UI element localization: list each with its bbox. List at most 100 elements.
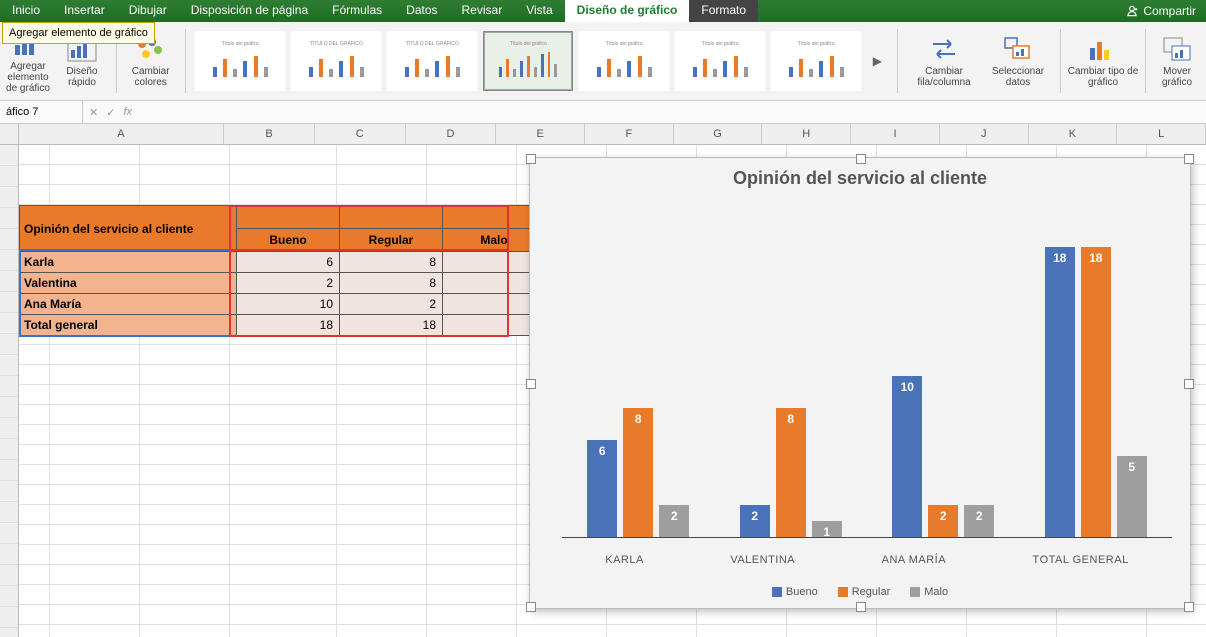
share-button[interactable]: Compartir bbox=[1115, 0, 1206, 22]
confirm-icon[interactable]: ✓ bbox=[106, 106, 115, 119]
btn-label: Diseño rápido bbox=[58, 66, 106, 88]
name-box[interactable]: áfico 7 bbox=[0, 101, 83, 123]
bar[interactable]: 2 bbox=[964, 505, 994, 537]
select-all-corner[interactable] bbox=[0, 124, 19, 144]
col-head-G[interactable]: G bbox=[674, 124, 763, 144]
bar-value-label: 18 bbox=[1053, 251, 1066, 265]
switch-row-column-button[interactable]: Cambiar fila/columna bbox=[908, 25, 980, 97]
bar-group: 2 8 1 bbox=[715, 408, 868, 537]
bar-value-label: 8 bbox=[635, 412, 642, 426]
tab-datos[interactable]: Datos bbox=[394, 0, 449, 22]
bar-value-label: 2 bbox=[976, 509, 983, 523]
bar-value-label: 6 bbox=[599, 444, 606, 458]
bar[interactable]: 8 bbox=[776, 408, 806, 537]
col-head-K[interactable]: K bbox=[1029, 124, 1118, 144]
col-head-J[interactable]: J bbox=[940, 124, 1029, 144]
bar-group: 6 8 2 bbox=[562, 408, 715, 537]
bar[interactable]: 10 bbox=[892, 376, 922, 537]
bar[interactable]: 2 bbox=[928, 505, 958, 537]
chart-style-1[interactable]: Título del gráfico bbox=[195, 31, 285, 91]
table-row: Ana María 10 2 2 bbox=[20, 294, 546, 315]
chart-legend[interactable]: Bueno Regular Malo bbox=[530, 586, 1190, 598]
col-head-E[interactable]: E bbox=[496, 124, 585, 144]
tab-revisar[interactable]: Revisar bbox=[450, 0, 515, 22]
bar-value-label: 2 bbox=[671, 509, 678, 523]
data-table: Opinión del servicio al cliente Bueno Re… bbox=[19, 205, 546, 336]
col-head-D[interactable]: D bbox=[406, 124, 497, 144]
chart-type-icon bbox=[1086, 34, 1120, 64]
x-label: ANA MARÍA bbox=[882, 554, 946, 566]
chart-style-7[interactable]: Título del gráfico bbox=[771, 31, 861, 91]
col-head-I[interactable]: I bbox=[851, 124, 940, 144]
table-row: Valentina 2 8 1 bbox=[20, 273, 546, 294]
bar-group: 18 18 5 bbox=[1020, 247, 1173, 537]
spreadsheet-area: A B C D E F G H I J K L Opinión del serv… bbox=[0, 124, 1206, 637]
bar[interactable]: 5 bbox=[1117, 456, 1147, 537]
select-data-icon bbox=[1001, 34, 1035, 64]
chart-style-2[interactable]: TÍTULO DEL GRÁFICO bbox=[291, 31, 381, 91]
share-person-icon bbox=[1125, 4, 1139, 18]
legend-malo: Malo bbox=[924, 586, 948, 598]
bar-value-label: 2 bbox=[940, 509, 947, 523]
hdr-regular[interactable]: Regular bbox=[340, 229, 443, 252]
gallery-next-button[interactable]: ▶ bbox=[867, 32, 887, 90]
btn-label: Seleccionar datos bbox=[982, 66, 1054, 88]
table-row: Total general 18 18 5 bbox=[20, 315, 546, 336]
col-head-C[interactable]: C bbox=[315, 124, 406, 144]
bar-value-label: 1 bbox=[823, 525, 830, 539]
chart-style-3[interactable]: TÍTULO DEL GRÁFICO bbox=[387, 31, 477, 91]
bar[interactable]: 18 bbox=[1081, 247, 1111, 537]
bar[interactable]: 1 bbox=[812, 521, 842, 537]
tab-formulas[interactable]: Fórmulas bbox=[320, 0, 394, 22]
tab-diseno-grafico[interactable]: Diseño de gráfico bbox=[565, 0, 690, 22]
plot-area[interactable]: 6 8 2 2 8 1 10 2 2 18 18 5 bbox=[562, 208, 1172, 538]
move-chart-button[interactable]: Mover gráfico bbox=[1152, 25, 1202, 97]
column-headers: A B C D E F G H I J K L bbox=[0, 124, 1206, 145]
chart-object[interactable]: Opinión del servicio al cliente 6 8 2 2 8 1 10… bbox=[529, 157, 1191, 609]
move-chart-icon bbox=[1160, 34, 1194, 64]
ribbon-toolbar: + Agregar elemento de gráfico Diseño ráp… bbox=[0, 22, 1206, 101]
legend-bueno: Bueno bbox=[786, 586, 818, 598]
tab-insertar[interactable]: Insertar bbox=[52, 0, 117, 22]
col-head-H[interactable]: H bbox=[762, 124, 851, 144]
col-head-L[interactable]: L bbox=[1117, 124, 1206, 144]
bar[interactable]: 6 bbox=[587, 440, 617, 537]
share-label: Compartir bbox=[1143, 4, 1196, 18]
col-head-A[interactable]: A bbox=[19, 124, 225, 144]
cancel-icon[interactable]: ✕ bbox=[89, 106, 98, 119]
bar[interactable]: 18 bbox=[1045, 247, 1075, 537]
cells-area[interactable]: Opinión del servicio al cliente Bueno Re… bbox=[19, 145, 1206, 637]
legend-regular: Regular bbox=[852, 586, 891, 598]
bar[interactable]: 2 bbox=[740, 505, 770, 537]
btn-label: Cambiar fila/columna bbox=[908, 66, 980, 88]
bar-group: 10 2 2 bbox=[867, 376, 1020, 537]
row-headers[interactable] bbox=[0, 145, 19, 637]
bar-value-label: 8 bbox=[787, 412, 794, 426]
btn-label: Mover gráfico bbox=[1152, 66, 1202, 88]
select-data-button[interactable]: Seleccionar datos bbox=[982, 25, 1054, 97]
change-chart-type-button[interactable]: Cambiar tipo de gráfico bbox=[1067, 25, 1139, 97]
chart-style-6[interactable]: Título del gráfico bbox=[675, 31, 765, 91]
bar[interactable]: 8 bbox=[623, 408, 653, 537]
chart-style-5[interactable]: Título del gráfico bbox=[579, 31, 669, 91]
bar[interactable]: 2 bbox=[659, 505, 689, 537]
col-head-B[interactable]: B bbox=[224, 124, 315, 144]
tab-formato[interactable]: Formato bbox=[689, 0, 758, 22]
chart-title[interactable]: Opinión del servicio al cliente bbox=[530, 168, 1190, 189]
x-axis-labels: KARLA VALENTINA ANA MARÍA TOTAL GENERAL bbox=[562, 554, 1172, 566]
table-title-cell[interactable]: Opinión del servicio al cliente bbox=[20, 206, 237, 252]
tab-disposicion[interactable]: Disposición de página bbox=[179, 0, 320, 22]
tab-dibujar[interactable]: Dibujar bbox=[117, 0, 179, 22]
x-label: TOTAL GENERAL bbox=[1033, 554, 1129, 566]
tab-vista[interactable]: Vista bbox=[514, 0, 564, 22]
fx-icon[interactable]: fx bbox=[123, 106, 132, 118]
tab-inicio[interactable]: Inicio bbox=[0, 0, 52, 22]
tooltip: Agregar elemento de gráfico bbox=[2, 22, 155, 44]
bar-value-label: 5 bbox=[1128, 460, 1135, 474]
chart-style-4[interactable]: Título del gráfico bbox=[483, 31, 573, 91]
btn-label: Cambiar tipo de gráfico bbox=[1067, 66, 1139, 88]
x-label: KARLA bbox=[605, 554, 644, 566]
col-head-F[interactable]: F bbox=[585, 124, 674, 144]
hdr-bueno[interactable]: Bueno bbox=[237, 229, 340, 252]
x-label: VALENTINA bbox=[730, 554, 795, 566]
